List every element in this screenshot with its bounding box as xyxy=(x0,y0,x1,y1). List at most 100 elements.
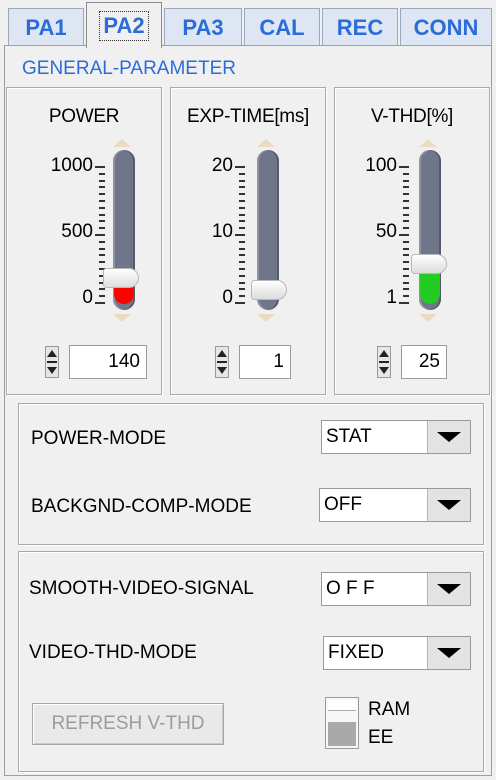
tick-mark xyxy=(399,166,409,168)
tick-mark xyxy=(99,295,105,297)
tab-bar: PA1 PA2 PA3 CAL REC CONN xyxy=(0,0,496,48)
tick-mark xyxy=(239,220,245,222)
tick-mark xyxy=(403,207,409,209)
power-scale-min: 0 xyxy=(82,287,93,308)
video-thd-mode-select[interactable]: FIXED xyxy=(323,636,471,670)
tick-mark xyxy=(403,282,409,284)
tick-mark xyxy=(403,254,409,256)
v-thd-arrow-down-icon[interactable] xyxy=(419,314,437,322)
tick-mark xyxy=(403,241,409,243)
smooth-video-signal-label: SMOOTH-VIDEO-SIGNAL xyxy=(29,578,254,599)
mode-group-1: POWER-MODE STAT BACKGND-COMP-MODE OFF xyxy=(18,403,484,545)
tick-mark xyxy=(239,268,245,270)
v-thd-spinner[interactable] xyxy=(377,346,391,378)
v-thd-scale-max: 100 xyxy=(365,155,397,176)
tick-mark xyxy=(239,173,245,175)
tick-mark xyxy=(95,302,105,304)
smooth-video-signal-dropdown-button[interactable] xyxy=(427,573,470,605)
tab-cal-label: CAL xyxy=(259,14,305,40)
v-thd-value-field[interactable]: 25 xyxy=(401,345,447,379)
tab-rec-label: REC xyxy=(336,14,384,40)
refresh-v-thd-button[interactable]: REFRESH V-THD xyxy=(32,703,224,745)
v-thd-slider-thumb[interactable] xyxy=(411,254,447,274)
tick-mark xyxy=(239,227,245,229)
video-thd-mode-dropdown-button[interactable] xyxy=(427,637,470,669)
tick-mark xyxy=(99,200,105,202)
chevron-down-icon xyxy=(437,648,461,658)
chevron-down-icon xyxy=(437,584,461,594)
tick-mark xyxy=(239,248,245,250)
power-value-field[interactable]: 140 xyxy=(69,345,147,379)
switch-lower-position xyxy=(328,722,356,746)
tick-mark xyxy=(239,207,245,209)
v-thd-scale-mid: 50 xyxy=(375,221,397,242)
tick-mark xyxy=(239,193,245,195)
group-title: GENERAL-PARAMETER xyxy=(22,58,236,79)
tab-pa3[interactable]: PA3 xyxy=(164,8,242,46)
tick-mark xyxy=(403,193,409,195)
tick-mark xyxy=(403,186,409,188)
tab-conn[interactable]: CONN xyxy=(400,8,492,46)
tick-mark xyxy=(403,214,409,216)
tab-pa3-label: PA3 xyxy=(182,14,224,40)
power-mode-label: POWER-MODE xyxy=(31,428,167,449)
tick-mark xyxy=(239,295,245,297)
tick-mark xyxy=(99,288,105,290)
tick-mark xyxy=(403,268,409,270)
backgnd-comp-mode-select[interactable]: OFF xyxy=(319,488,471,522)
v-thd-title: V-THD[%] xyxy=(370,106,454,127)
tab-pa2-label: PA2 xyxy=(99,10,149,41)
chevron-down-icon xyxy=(437,432,461,442)
backgnd-comp-mode-value: OFF xyxy=(324,494,362,515)
tab-pa2[interactable]: PA2 xyxy=(86,2,162,48)
tick-mark xyxy=(239,200,245,202)
ram-ee-switch[interactable] xyxy=(325,697,359,749)
tick-mark xyxy=(99,186,105,188)
tab-pa1-label: PA1 xyxy=(25,14,67,40)
tick-mark xyxy=(239,180,245,182)
tick-mark xyxy=(403,295,409,297)
tick-mark xyxy=(95,234,105,236)
power-spinner[interactable] xyxy=(45,346,59,378)
tick-mark xyxy=(403,220,409,222)
switch-upper-position xyxy=(328,700,356,711)
power-slider-thumb[interactable] xyxy=(103,268,139,288)
exp-time-value-field[interactable]: 1 xyxy=(239,345,291,379)
tick-mark xyxy=(99,180,105,182)
power-scale-mid: 500 xyxy=(61,221,93,242)
exp-time-slider-thumb[interactable] xyxy=(251,280,287,300)
tick-mark xyxy=(403,275,409,277)
tab-cal[interactable]: CAL xyxy=(244,8,320,46)
tick-mark xyxy=(99,173,105,175)
video-thd-mode-label: VIDEO-THD-MODE xyxy=(29,642,197,663)
tab-rec[interactable]: REC xyxy=(322,8,398,46)
tick-mark xyxy=(99,214,105,216)
power-mode-dropdown-button[interactable] xyxy=(427,421,470,453)
power-arrow-up-icon[interactable] xyxy=(113,139,131,147)
tick-mark xyxy=(403,180,409,182)
exp-time-arrow-up-icon[interactable] xyxy=(257,139,275,147)
tick-mark xyxy=(239,275,245,277)
tick-mark xyxy=(95,166,105,168)
tick-mark xyxy=(399,234,409,236)
power-mode-select[interactable]: STAT xyxy=(321,420,471,454)
tick-mark xyxy=(235,166,245,168)
exp-time-spinner[interactable] xyxy=(215,346,229,378)
ram-label: RAM xyxy=(368,699,411,720)
backgnd-comp-mode-dropdown-button[interactable] xyxy=(427,489,470,521)
ee-label: EE xyxy=(368,727,394,748)
tick-mark xyxy=(99,248,105,250)
exp-time-arrow-down-icon[interactable] xyxy=(257,314,275,322)
power-arrow-down-icon[interactable] xyxy=(113,314,131,322)
tab-pa1[interactable]: PA1 xyxy=(8,8,84,46)
v-thd-arrow-up-icon[interactable] xyxy=(419,139,437,147)
smooth-video-signal-select[interactable]: O F F xyxy=(321,572,471,606)
tick-mark xyxy=(403,173,409,175)
smooth-video-signal-value: O F F xyxy=(326,578,375,599)
tick-mark xyxy=(399,302,409,304)
power-title: POWER xyxy=(48,106,120,127)
power-mode-value: STAT xyxy=(326,426,372,447)
tick-mark xyxy=(239,186,245,188)
tick-mark xyxy=(239,261,245,263)
exp-time-panel: EXP-TIME[ms] 20 10 0 1 xyxy=(170,87,326,395)
